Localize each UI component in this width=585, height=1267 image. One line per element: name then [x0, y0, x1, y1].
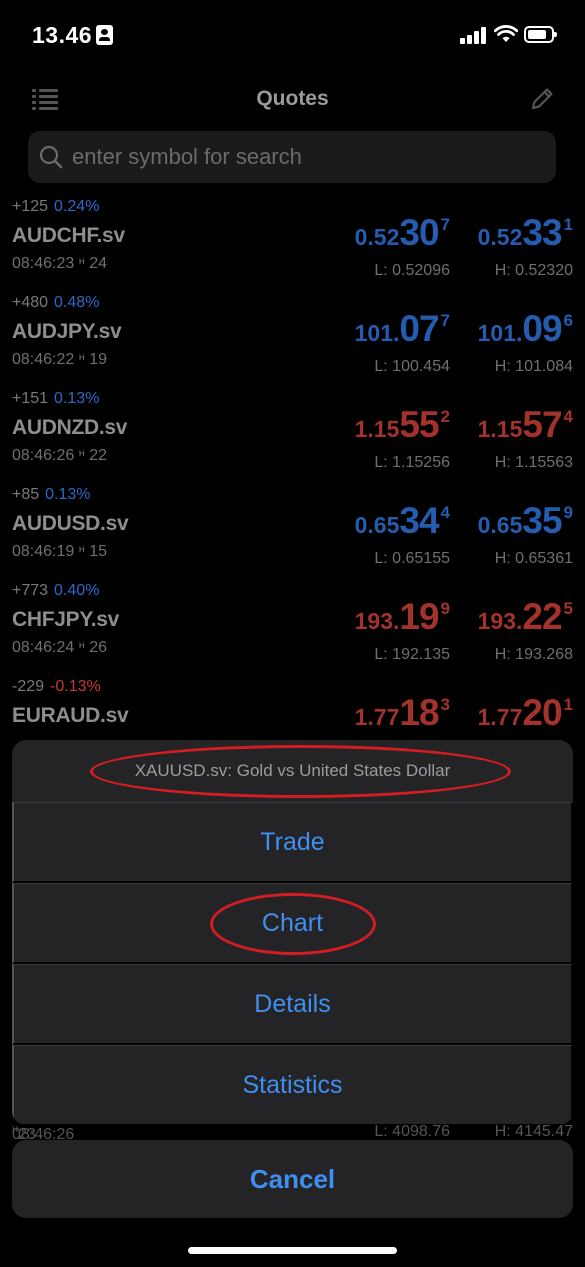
high-value: H: 0.52320 — [494, 262, 573, 279]
bid-price: 101.07 7 — [354, 308, 450, 349]
quote-time: 08:46:26 ᵸ 23 — [12, 1123, 75, 1143]
details-button[interactable]: Details — [12, 964, 573, 1045]
edit-icon[interactable] — [528, 85, 556, 113]
low-value: L: 4098.76 — [374, 1123, 450, 1140]
quote-row-euraud[interactable]: -229 -0.13% EURAUD.sv 1.7718 3 1.7720 1 — [0, 678, 585, 748]
symbol-name: AUDUSD.sv — [12, 512, 129, 535]
low-value: L: 0.52096 — [374, 262, 450, 279]
change-text: -229 -0.13% — [12, 678, 101, 695]
ask-price: 0.5233 1 — [477, 212, 573, 253]
status-time: 13.46 — [32, 22, 93, 48]
high-value: H: 1.15563 — [494, 454, 573, 471]
high-value: H: 4145.47 — [494, 1123, 573, 1140]
quote-row-audnzd[interactable]: +151 0.13% AUDNZD.sv 08:46:26 ᵸ 22 1.1555… — [0, 390, 585, 486]
quote-time: 08:46:19 ᵸ 15 — [12, 543, 108, 560]
quotes-list: +125 0.24% AUDCHF.sv 08:46:23 ᵸ 24 0.5230… — [0, 192, 585, 748]
quote-row-chfjpy[interactable]: +773 0.40% CHFJPY.sv 08:46:24 ᵸ 26 193.19… — [0, 582, 585, 678]
symbol-name: CHFJPY.sv — [12, 608, 120, 631]
symbol-name: AUDJPY.sv — [12, 320, 122, 343]
search-icon — [39, 145, 63, 169]
change-text: +85 0.13% — [12, 486, 91, 503]
page-title: Quotes — [256, 87, 329, 110]
quote-time: 08:46:22 ᵸ 19 — [12, 351, 108, 368]
bid-price: 1.7718 3 — [354, 692, 450, 733]
quote-time: 08:46:23 ᵸ 24 — [12, 255, 108, 272]
status-bar: 13.46 — [0, 0, 585, 70]
action-sheet-title: XAUUSD.sv: Gold vs United States Dollar — [134, 761, 451, 780]
symbol-name: EURAUD.sv — [12, 704, 129, 727]
high-value: H: 0.65361 — [494, 550, 573, 567]
bid-price: 0.6534 4 — [354, 500, 450, 541]
quote-row-audjpy[interactable]: +480 0.48% AUDJPY.sv 08:46:22 ᵸ 19 101.07… — [0, 294, 585, 390]
chart-button[interactable]: Chart — [12, 883, 573, 964]
ticks-icon: ᵸ — [78, 543, 85, 560]
nav-bar: Quotes — [0, 75, 585, 125]
high-value: H: 193.268 — [494, 646, 573, 663]
change-text: +151 0.13% — [12, 390, 100, 407]
ticks-icon: ᵸ — [78, 255, 85, 272]
ask-price: 1.7720 1 — [477, 692, 573, 733]
low-value: L: 1.15256 — [374, 454, 450, 471]
bid-price: 0.5230 7 — [354, 212, 450, 253]
low-value: L: 100.454 — [374, 358, 450, 375]
ask-price: 193.22 5 — [477, 596, 573, 637]
change-text: +773 0.40% — [12, 582, 100, 599]
quote-time: 08:46:24 ᵸ 26 — [12, 639, 108, 656]
signal-icon — [460, 27, 488, 44]
cancel-button[interactable]: Cancel — [12, 1140, 573, 1218]
symbol-name: AUDCHF.sv — [12, 224, 125, 247]
low-value: L: 192.135 — [374, 646, 450, 663]
ticks-icon: ᵸ — [78, 351, 85, 368]
quote-time: 08:46:26 ᵸ 22 — [12, 447, 108, 464]
contact-badge-icon — [96, 25, 113, 45]
bid-price: 1.1555 2 — [354, 404, 450, 445]
ask-price: 101.09 6 — [477, 308, 573, 349]
quote-row-audchf[interactable]: +125 0.24% AUDCHF.sv 08:46:23 ᵸ 24 0.5230… — [0, 198, 585, 294]
change-text: +480 0.48% — [12, 294, 100, 311]
action-sheet: XAUUSD.sv: Gold vs United States Dollar … — [12, 740, 573, 1125]
quote-row-audusd[interactable]: +85 0.13% AUDUSD.sv 08:46:19 ᵸ 15 0.6534 4… — [0, 486, 585, 582]
ticks-icon: ᵸ — [78, 639, 85, 656]
ask-price: 1.1557 4 — [477, 404, 573, 445]
ask-price: 0.6535 9 — [477, 500, 573, 541]
bid-price: 193.19 9 — [354, 596, 450, 637]
symbol-name: AUDNZD.sv — [12, 416, 128, 439]
trade-button[interactable]: Trade — [12, 802, 573, 883]
high-value: H: 101.084 — [494, 358, 573, 375]
change-text: +125 0.24% — [12, 198, 100, 215]
battery-icon — [524, 26, 557, 43]
ticks-icon: ᵸ — [78, 447, 85, 464]
statistics-button[interactable]: Statistics — [12, 1045, 573, 1125]
home-indicator — [188, 1247, 397, 1254]
search-bar — [28, 131, 556, 183]
low-value: L: 0.65155 — [374, 550, 450, 567]
search-input[interactable] — [72, 131, 542, 183]
wifi-icon — [494, 25, 518, 42]
